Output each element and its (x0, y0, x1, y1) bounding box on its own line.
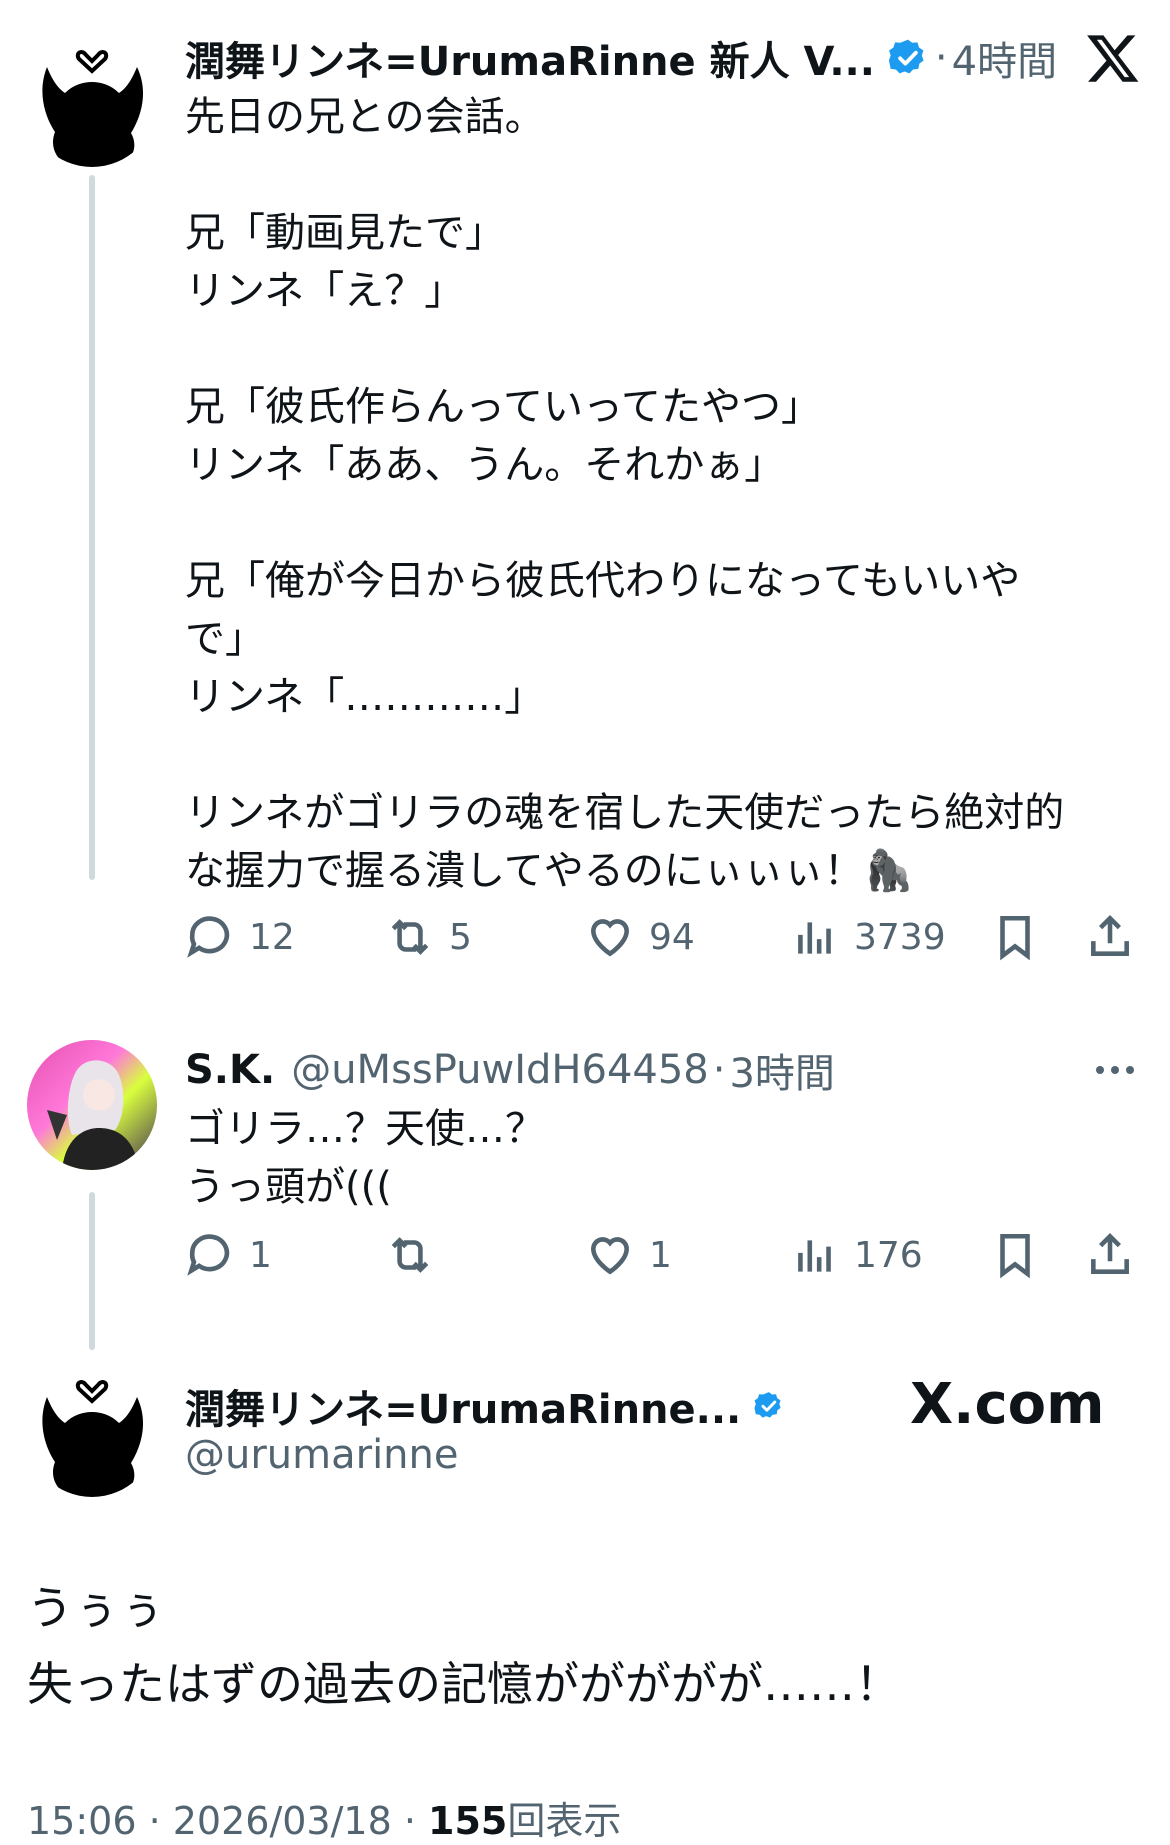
repost-icon (391, 1237, 429, 1273)
reply-button[interactable]: 12 (185, 912, 295, 962)
tweet-display-name[interactable]: 潤舞リンネ=UrumaRinne 新人 V... (185, 29, 875, 87)
thread-line (89, 1192, 95, 1350)
like-icon (591, 1237, 629, 1275)
views-count: 3739 (854, 916, 946, 958)
x-com-watermark: X.com (910, 1372, 1105, 1437)
like-button[interactable]: 1 (585, 1230, 672, 1280)
reply-icon (187, 1234, 230, 1276)
more-icon[interactable] (1090, 1050, 1140, 1090)
avatar-urumarinne[interactable] (27, 1367, 157, 1497)
tweet-text: 先日の兄との会話。 兄「動画見たで」 リンネ「え？」 兄「彼氏作らんっていってた… (185, 94, 1065, 894)
avatar-sk[interactable] (27, 1040, 157, 1170)
bookmark-icon (1000, 1233, 1030, 1279)
like-count: 1 (649, 1234, 672, 1276)
views-count: 176 (854, 1234, 923, 1276)
main-views-count: 155 (428, 1799, 508, 1843)
tweet-text: ゴリラ…？天使…？ うっ頭が((( (185, 1106, 545, 1210)
tweet-handle[interactable]: @uMssPuwIdH64458 (291, 1047, 709, 1093)
tweet-display-name[interactable]: S.K. (185, 1047, 275, 1093)
reply-count: 1 (249, 1234, 272, 1276)
repost-button[interactable]: 5 (385, 912, 472, 962)
repost-button[interactable] (385, 1230, 449, 1280)
silhouette-avatar-icon (27, 1367, 157, 1497)
silhouette-avatar-icon (27, 37, 157, 167)
like-count: 94 (649, 916, 695, 958)
share-button[interactable] (1085, 912, 1135, 962)
like-icon (591, 919, 629, 957)
tweet-time[interactable]: 3時間 (729, 1041, 834, 1099)
x-logo-icon[interactable] (1085, 30, 1145, 90)
bookmark-button[interactable] (990, 912, 1040, 962)
bookmark-icon (1000, 915, 1030, 961)
reply-count: 12 (249, 916, 295, 958)
thread-line (89, 175, 95, 880)
main-timestamp[interactable]: 15:06 · 2026/03/18 · (27, 1799, 428, 1843)
anime-avatar-icon (27, 1040, 157, 1170)
share-button[interactable] (1085, 1230, 1135, 1280)
avatar-urumarinne[interactable] (27, 37, 157, 167)
views-button[interactable]: 176 (790, 1230, 923, 1280)
reply-button[interactable]: 1 (185, 1230, 272, 1280)
bookmark-button[interactable] (990, 1230, 1040, 1280)
verified-badge-icon (888, 39, 924, 74)
verified-badge-icon (754, 1392, 781, 1418)
reply-icon (187, 916, 230, 958)
views-button[interactable]: 3739 (790, 912, 946, 962)
main-tweet-text: うぅぅ 失ったはずの過去の記憶ががががが……！ (27, 1581, 901, 1711)
tweet-time[interactable]: 4時間 (952, 29, 1057, 87)
views-icon (798, 922, 831, 954)
like-button[interactable]: 94 (585, 912, 695, 962)
repost-icon (391, 919, 429, 955)
main-views-label: 回表示 (507, 1799, 622, 1843)
tweet-separator: · (934, 35, 948, 81)
views-icon (798, 1240, 831, 1272)
share-icon (1091, 1233, 1129, 1274)
tweet-separator: · (712, 1047, 726, 1093)
share-icon (1091, 915, 1129, 956)
main-handle[interactable]: @urumarinne (185, 1432, 459, 1478)
main-display-name[interactable]: 潤舞リンネ=UrumaRinne... (185, 1377, 741, 1435)
repost-count: 5 (449, 916, 472, 958)
